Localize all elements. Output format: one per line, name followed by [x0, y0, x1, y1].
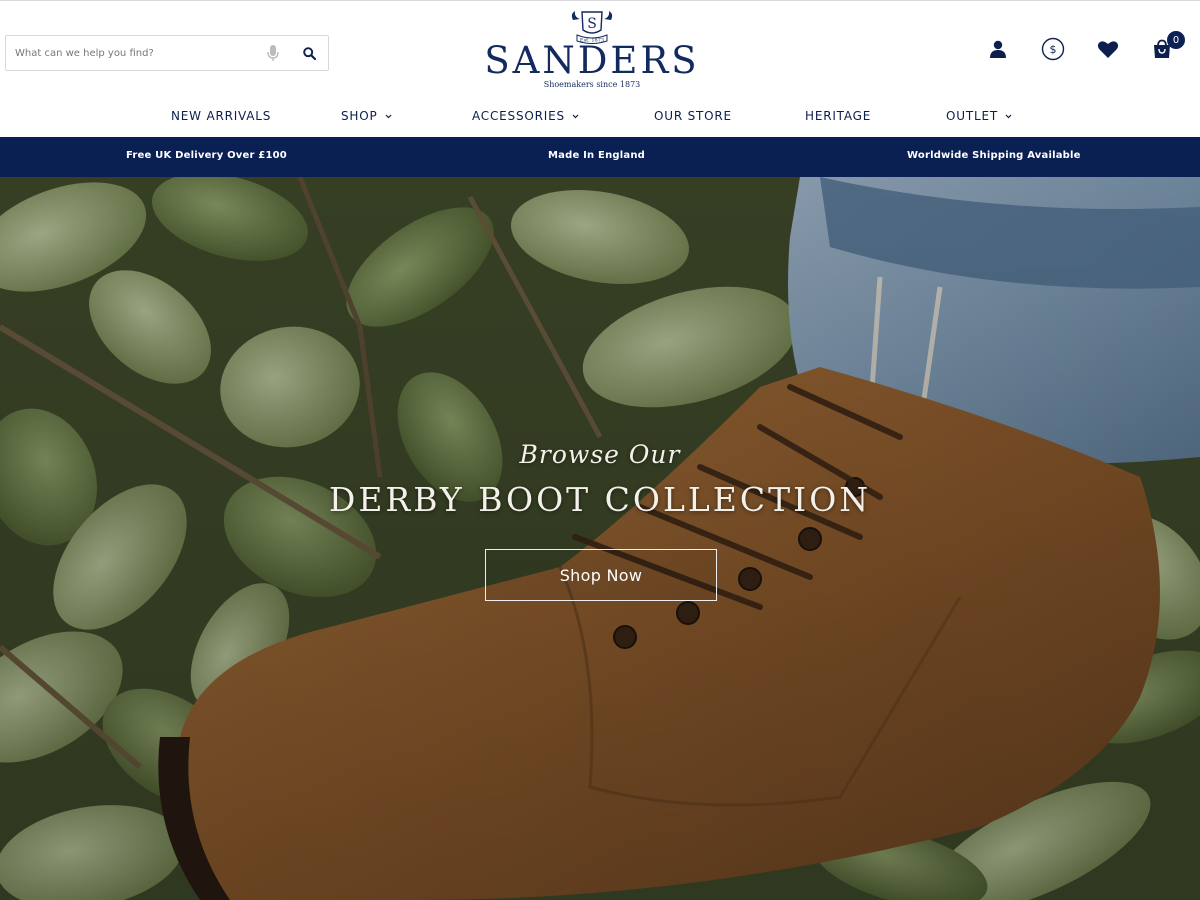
info-free-delivery: Free UK Delivery Over £100: [126, 150, 287, 161]
account-icon[interactable]: [985, 36, 1011, 62]
shop-now-button[interactable]: Shop Now: [485, 549, 717, 601]
nav-heritage[interactable]: HERITAGE: [805, 109, 871, 123]
hero-banner: Browse Our DERBY BOOT COLLECTION Shop No…: [0, 177, 1200, 900]
nav-accessories[interactable]: ACCESSORIES: [472, 109, 579, 123]
chevron-down-icon: [1005, 114, 1012, 118]
nav-label: NEW ARRIVALS: [171, 109, 272, 123]
nav-label: SHOP: [341, 109, 378, 123]
info-worldwide-shipping: Worldwide Shipping Available: [907, 150, 1081, 161]
main-nav: NEW ARRIVALS SHOP ACCESSORIES OUR STORE …: [0, 109, 1200, 129]
info-bar: Free UK Delivery Over £100 Made In Engla…: [0, 137, 1200, 177]
nav-outlet[interactable]: OUTLET: [946, 109, 1012, 123]
hero-image: [0, 177, 1200, 900]
currency-icon[interactable]: $: [1040, 36, 1066, 62]
hero-title: DERBY BOOT COLLECTION: [328, 480, 872, 519]
nav-new-arrivals[interactable]: NEW ARRIVALS: [171, 109, 271, 123]
site-header: S Est. 1873 SANDERS Shoemakers since 187…: [0, 0, 1200, 137]
wishlist-icon[interactable]: [1095, 36, 1121, 62]
search-icon[interactable]: [298, 42, 320, 64]
nav-label: OUTLET: [946, 109, 998, 123]
nav-our-store[interactable]: OUR STORE: [654, 109, 732, 123]
search-bar: [5, 35, 329, 71]
svg-text:$: $: [1050, 43, 1057, 56]
site-logo[interactable]: S Est. 1873 SANDERS Shoemakers since 187…: [470, 8, 714, 92]
hero-kicker: Browse Our: [519, 440, 681, 469]
nav-label: HERITAGE: [805, 109, 872, 123]
cart-count-badge: 0: [1167, 31, 1185, 49]
nav-label: OUR STORE: [654, 109, 732, 123]
crest-letter: S: [587, 16, 597, 32]
nav-shop[interactable]: SHOP: [341, 109, 392, 123]
cart-icon[interactable]: 0: [1149, 31, 1185, 62]
info-made-in-england: Made In England: [548, 150, 646, 161]
logo-name: SANDERS: [484, 39, 700, 82]
microphone-icon[interactable]: [264, 43, 282, 63]
search-input[interactable]: [6, 36, 264, 70]
nav-label: ACCESSORIES: [472, 109, 565, 123]
chevron-down-icon: [572, 114, 579, 118]
chevron-down-icon: [385, 114, 391, 118]
